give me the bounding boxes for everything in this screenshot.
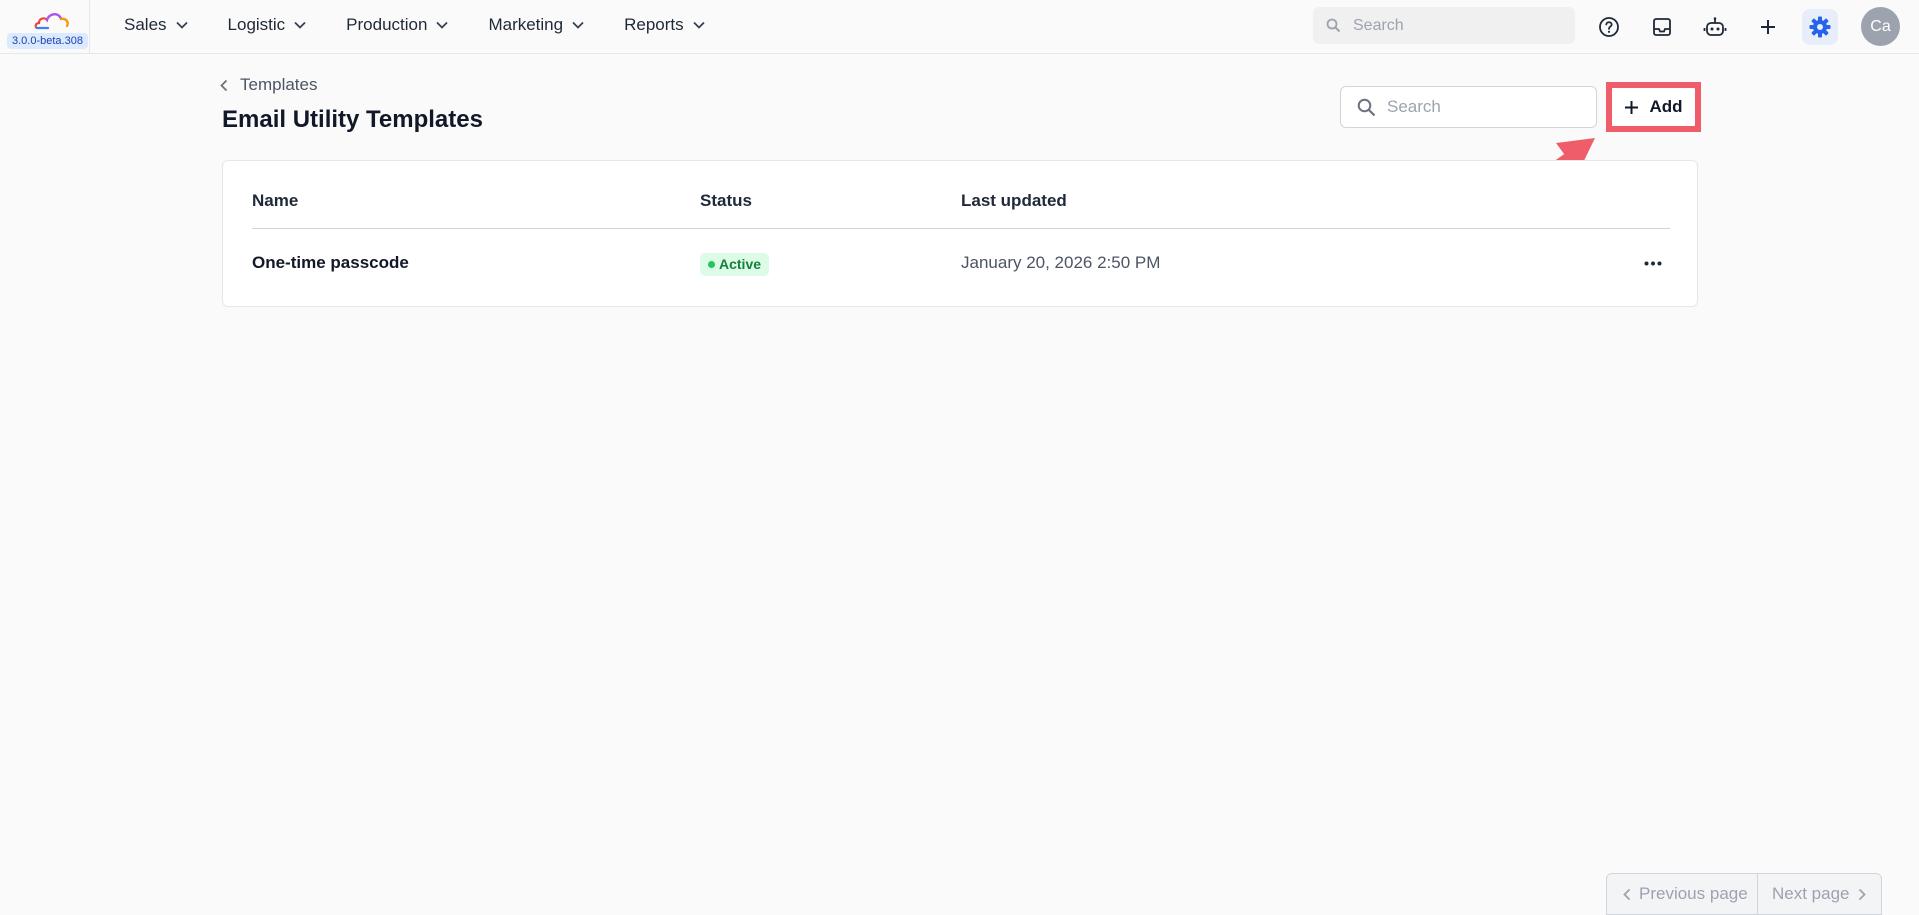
chevron-down-icon xyxy=(572,21,584,29)
breadcrumb-label: Templates xyxy=(240,75,318,94)
more-horizontal-icon xyxy=(1644,261,1662,265)
template-name[interactable]: One-time passcode xyxy=(252,253,409,273)
global-search-input[interactable] xyxy=(1353,7,1563,44)
search-icon xyxy=(1357,98,1376,122)
add-template-button[interactable]: Add xyxy=(1610,86,1697,128)
main-nav: Sales Logistic Production Marketing Repo… xyxy=(124,0,745,54)
add-button-label: Add xyxy=(1649,97,1683,116)
nav-item-sales[interactable]: Sales xyxy=(124,0,188,50)
nav-item-label: Logistic xyxy=(227,15,286,34)
nav-item-label: Reports xyxy=(624,15,684,34)
chevron-down-icon xyxy=(436,21,449,29)
column-header-last-updated[interactable]: Last updated xyxy=(961,191,1067,211)
table-header-divider xyxy=(252,228,1670,229)
avatar[interactable]: Ca xyxy=(1861,7,1900,46)
previous-page-button[interactable]: Previous page xyxy=(1607,874,1758,914)
plus-icon xyxy=(1761,20,1775,34)
logo-area[interactable]: 3.0.0-beta.308 xyxy=(0,0,90,54)
nav-item-reports[interactable]: Reports xyxy=(624,0,705,50)
next-page-button[interactable]: Next page xyxy=(1758,874,1881,914)
top-bar: 3.0.0-beta.308 Sales Logistic Production… xyxy=(0,0,1919,54)
template-search[interactable] xyxy=(1340,86,1597,128)
chevron-down-icon xyxy=(175,21,188,29)
cloud-logo-icon xyxy=(34,13,69,30)
global-search[interactable] xyxy=(1313,7,1575,44)
column-header-status[interactable]: Status xyxy=(700,191,752,211)
help-button[interactable] xyxy=(1591,9,1627,45)
help-icon xyxy=(1599,17,1619,37)
inbox-button[interactable] xyxy=(1644,9,1680,45)
status-dot-icon xyxy=(708,261,715,268)
gear-icon xyxy=(1809,16,1831,38)
chevron-down-icon xyxy=(692,21,705,29)
bot-icon xyxy=(1703,17,1727,36)
chevron-left-icon xyxy=(1623,888,1631,901)
template-search-input[interactable] xyxy=(1387,87,1587,127)
status-badge: Active xyxy=(700,253,770,276)
create-button[interactable] xyxy=(1750,9,1786,45)
chevron-down-icon xyxy=(294,21,306,29)
inbox-icon xyxy=(1653,18,1671,36)
settings-button[interactable] xyxy=(1802,9,1838,45)
chevron-left-icon xyxy=(220,79,228,92)
status-label: Active xyxy=(719,256,762,272)
nav-item-logistic[interactable]: Logistic xyxy=(228,0,307,50)
page-title: Email Utility Templates xyxy=(222,106,483,133)
row-actions-button[interactable] xyxy=(1638,250,1668,276)
nav-item-production[interactable]: Production xyxy=(346,0,449,50)
templates-table: Name Status Last updated One-time passco… xyxy=(222,160,1698,307)
previous-page-label: Previous page xyxy=(1639,884,1748,903)
nav-item-label: Production xyxy=(346,15,428,34)
nav-item-label: Marketing xyxy=(488,15,564,34)
plus-icon xyxy=(1624,100,1639,115)
breadcrumb[interactable]: Templates xyxy=(220,75,317,95)
assistant-button[interactable] xyxy=(1697,9,1733,45)
chevron-right-icon xyxy=(1858,888,1866,901)
pagination: Previous page Next page xyxy=(1606,873,1882,915)
version-badge: 3.0.0-beta.308 xyxy=(7,33,88,49)
last-updated-value: January 20, 2026 2:50 PM xyxy=(961,253,1161,272)
column-header-name[interactable]: Name xyxy=(252,191,298,211)
nav-item-label: Sales xyxy=(124,15,167,34)
nav-item-marketing[interactable]: Marketing xyxy=(488,0,584,50)
next-page-label: Next page xyxy=(1772,884,1850,903)
search-icon xyxy=(1326,18,1341,38)
